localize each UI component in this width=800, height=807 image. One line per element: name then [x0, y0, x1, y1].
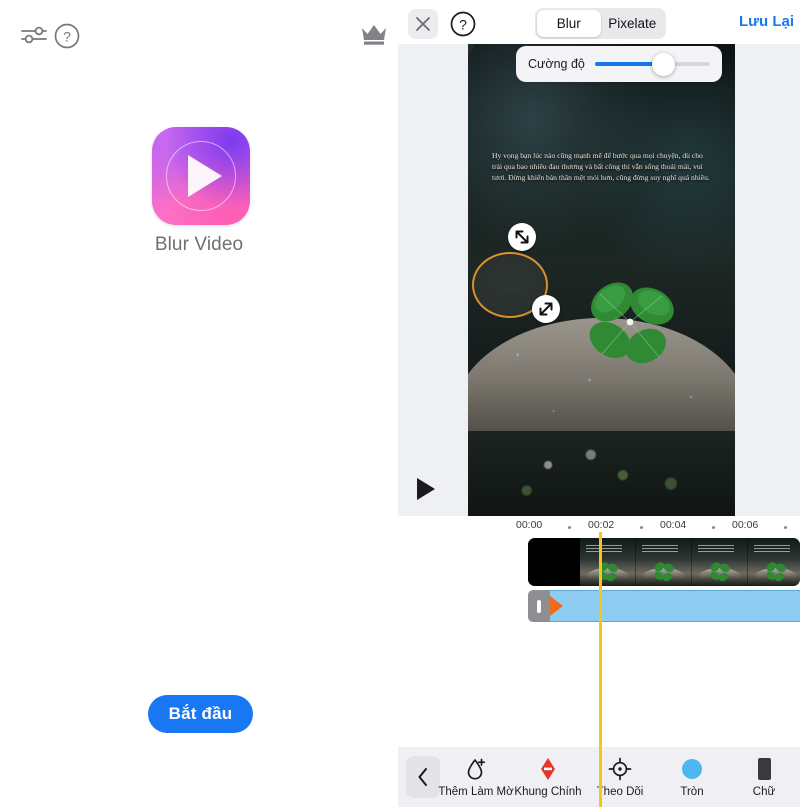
intensity-label: Cường độ [528, 57, 585, 71]
question-circle-icon[interactable]: ? [52, 21, 82, 51]
crown-icon[interactable] [358, 20, 390, 48]
tool-label: Khung Chính [514, 785, 582, 798]
blur-clip-body[interactable] [550, 590, 800, 622]
svg-text:?: ? [63, 29, 71, 45]
launcher-panel: ? Blur Video Bắt đầu [0, 0, 398, 807]
tab-pixelate[interactable]: Pixelate [601, 10, 665, 37]
timeline: 00:00 00:02 00:04 00:06 [398, 516, 800, 807]
intensity-track[interactable] [594, 52, 710, 76]
clover-illustration [589, 282, 674, 364]
crosshair-icon [608, 757, 632, 781]
svg-text:?: ? [459, 17, 467, 33]
rotate-handle-icon[interactable] [508, 223, 536, 251]
text-icon [757, 757, 771, 781]
tool-label: Theo Dõi [596, 785, 644, 798]
tick-label: 00:06 [732, 519, 759, 531]
keyframe-diamond-icon [538, 757, 558, 781]
intensity-thumb[interactable] [652, 52, 676, 76]
tick-label: 00:00 [516, 519, 543, 531]
intensity-slider[interactable]: Cường độ [516, 46, 722, 82]
app-name-label: Blur Video [154, 234, 244, 255]
filmstrip-frame [636, 538, 692, 586]
tick-dot [784, 526, 787, 529]
droplet-plus-icon [465, 757, 487, 781]
tick-label: 00:04 [660, 519, 687, 531]
play-triangle-icon [188, 155, 222, 197]
ground-shape [468, 431, 735, 516]
editor-topbar: ? Blur Pixelate Lưu Lại [398, 0, 800, 48]
resize-handle-icon[interactable] [532, 295, 560, 323]
screen-root: ? Blur Video Bắt đầu ? Blur Pixelate Lưu… [0, 0, 800, 807]
editor-panel: ? Blur Pixelate Lưu Lại Hy vọng bạn lúc … [398, 0, 800, 807]
video-caption: Hy vọng bạn lúc nào cũng mạnh mẽ để bước… [492, 151, 710, 183]
question-circle-icon-editor[interactable]: ? [448, 9, 478, 39]
tool-add-blur[interactable]: Thêm Làm Mờ [438, 757, 514, 798]
tool-shape-round[interactable]: Tròn [656, 757, 728, 798]
circle-shape-icon [682, 757, 702, 781]
filmstrip[interactable] [528, 538, 800, 586]
tick-dot [712, 526, 715, 529]
sliders-icon[interactable] [18, 22, 50, 48]
tool-text[interactable]: Chữ [728, 757, 800, 798]
tick-dot [568, 526, 571, 529]
save-button[interactable]: Lưu Lại [739, 13, 794, 30]
tool-keyframe[interactable]: Khung Chính [512, 757, 584, 798]
tool-label: Chữ [752, 785, 776, 798]
filmstrip-frame [580, 538, 636, 586]
clip-trim-handle[interactable] [528, 590, 550, 622]
tool-tracking[interactable]: Theo Dõi [584, 757, 656, 798]
tool-label: Thêm Làm Mờ [438, 785, 514, 798]
clip-marker-icon [550, 596, 563, 616]
blur-clip-track[interactable] [528, 590, 800, 622]
app-icon[interactable] [152, 127, 250, 225]
back-button[interactable] [406, 756, 440, 798]
tool-label: Tròn [680, 785, 704, 798]
chevron-left-icon [418, 768, 427, 786]
launcher-topbar: ? [0, 0, 398, 70]
filmstrip-frame [528, 538, 580, 586]
start-button[interactable]: Bắt đầu [148, 695, 253, 733]
video-stage: Hy vọng bạn lúc nào cũng mạnh mẽ để bước… [398, 44, 800, 516]
tick-dot [640, 526, 643, 529]
video-preview[interactable]: Hy vọng bạn lúc nào cũng mạnh mẽ để bước… [468, 44, 735, 516]
playhead[interactable] [599, 532, 602, 807]
mode-segmented-control[interactable]: Blur Pixelate [535, 8, 666, 39]
filmstrip-frame [748, 538, 800, 586]
tab-blur[interactable]: Blur [537, 10, 601, 37]
play-icon[interactable] [414, 476, 438, 502]
filmstrip-frame [692, 538, 748, 586]
close-icon[interactable] [408, 9, 438, 39]
tick-label: 00:02 [588, 519, 615, 531]
